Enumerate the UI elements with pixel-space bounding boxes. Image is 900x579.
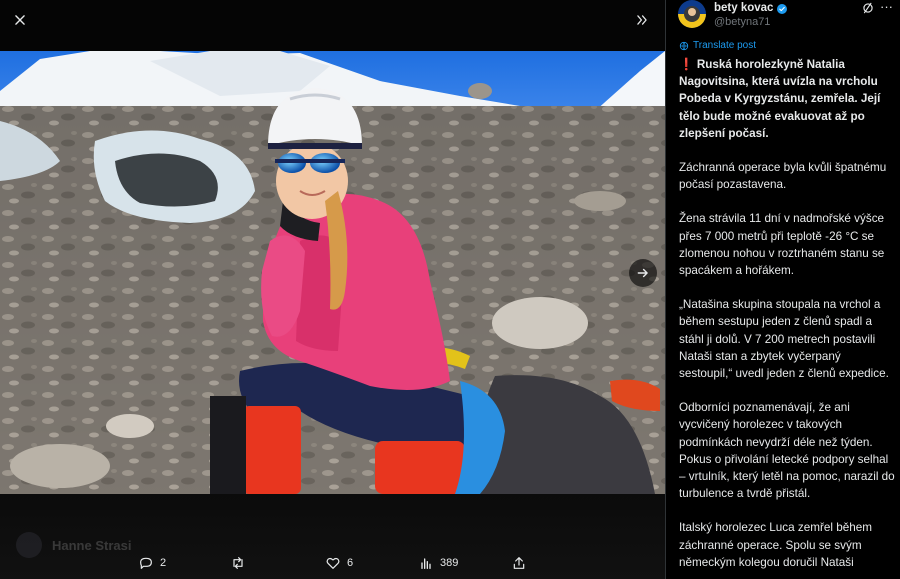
translate-label: Translate post bbox=[693, 40, 756, 51]
chevrons-right-icon bbox=[637, 15, 647, 25]
author-name[interactable]: bety kovac bbox=[714, 2, 788, 15]
post-lead: ❗ Ruská horolezkyně Natalia Nagovitsina,… bbox=[679, 56, 897, 142]
views-button[interactable]: 389 bbox=[418, 555, 458, 571]
post-lead-text: Ruská horolezkyně Natalia Nagovitsina, k… bbox=[679, 58, 881, 140]
post-author[interactable]: bety kovac @betyna71 bbox=[678, 0, 788, 29]
like-button[interactable]: 6 bbox=[325, 555, 353, 571]
heart-icon bbox=[326, 557, 340, 569]
media-viewer: Hanne Strasi 2 6 389 bbox=[0, 0, 665, 579]
post-action-bar: 2 6 389 bbox=[0, 551, 665, 579]
views-bar-chart-icon bbox=[421, 558, 431, 569]
view-count: 389 bbox=[440, 557, 459, 569]
reply-button[interactable]: 2 bbox=[138, 555, 166, 571]
post-paragraph: Italský horolezec Luca zemřel během zách… bbox=[679, 521, 872, 569]
post-paragraph: Odborníci poznamenávají, že ani vycvičen… bbox=[679, 401, 895, 501]
close-button[interactable] bbox=[6, 6, 34, 34]
verified-badge-icon bbox=[777, 3, 788, 14]
author-display-name: bety kovac bbox=[714, 2, 774, 14]
author-avatar-image bbox=[678, 0, 706, 28]
post-paragraph: „Natašina skupina stoupala na vrchol a b… bbox=[679, 298, 889, 381]
photo-climber-glacier bbox=[0, 51, 665, 494]
share-upload-icon bbox=[513, 557, 525, 569]
post-photo[interactable] bbox=[0, 51, 665, 494]
arrow-right-icon bbox=[637, 268, 648, 278]
repost-icon bbox=[233, 557, 243, 569]
post-paragraph: Záchranná operace byla kvůli špatnému po… bbox=[679, 161, 887, 192]
avatar[interactable] bbox=[678, 0, 706, 28]
post-paragraph: Žena strávila 11 dní v nadmořské výšce p… bbox=[679, 212, 885, 278]
more-options-icon[interactable]: ··· bbox=[880, 0, 894, 14]
next-image-button[interactable] bbox=[629, 259, 657, 287]
share-button[interactable] bbox=[511, 555, 527, 571]
author-handle[interactable]: @betyna71 bbox=[714, 16, 788, 29]
grok-icon[interactable] bbox=[861, 1, 875, 15]
reply-count: 2 bbox=[160, 557, 167, 569]
collapse-panel-button[interactable] bbox=[628, 6, 656, 34]
like-count: 6 bbox=[347, 557, 354, 569]
translate-globe-icon bbox=[679, 41, 689, 50]
post-detail-panel: bety kovac @betyna71 ··· Translate post … bbox=[665, 0, 900, 579]
alert-icon: ❗ bbox=[679, 58, 694, 71]
reply-icon bbox=[140, 557, 152, 569]
repost-button[interactable] bbox=[230, 555, 252, 571]
close-icon bbox=[15, 15, 25, 25]
post-text: ❗ Ruská horolezkyně Natalia Nagovitsina,… bbox=[679, 56, 897, 579]
translate-post-link[interactable]: Translate post bbox=[679, 40, 756, 51]
